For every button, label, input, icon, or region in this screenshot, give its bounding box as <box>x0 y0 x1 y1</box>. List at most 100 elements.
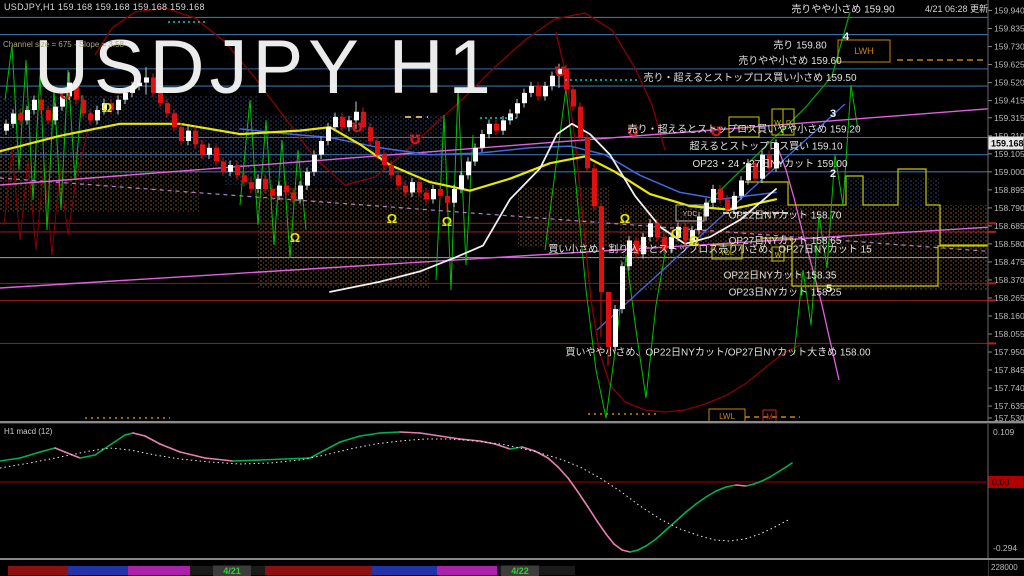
macd-indicator-label: H1 macd (12) <box>4 427 53 436</box>
axis-tick-label: 159.315 <box>994 113 1024 123</box>
timeline-date-label: 4/21 <box>223 566 241 576</box>
macd-value-label: 0.00 <box>992 478 1010 488</box>
candle-body <box>438 188 443 196</box>
timeline-separator <box>0 558 1024 560</box>
candle-body <box>284 185 289 193</box>
axis-tick-label: 159.415 <box>994 96 1024 106</box>
level-annotation: 売り 159.80 <box>773 39 827 52</box>
macd-min-label: -0.294 <box>993 543 1017 553</box>
candle-body <box>403 185 408 193</box>
session-segment <box>8 566 68 575</box>
candle-body <box>718 188 723 200</box>
candle-body <box>263 178 268 189</box>
symbol-ohlc-readout: USDJPY,H1 159.168 159.168 159.168 159.16… <box>4 2 205 12</box>
candle-body <box>340 116 345 128</box>
axis-tick-label: 158.895 <box>994 185 1024 195</box>
axis-tick-label: 159.000 <box>994 167 1024 177</box>
candle-body <box>200 144 205 155</box>
level-annotation: 超えるとストップロス買い 159.10 <box>689 140 843 153</box>
panel-separator <box>0 421 1024 423</box>
macd-segment <box>232 459 261 462</box>
candle-body <box>312 154 317 172</box>
macd-segment <box>399 431 421 434</box>
candle-body <box>515 103 520 114</box>
candle-body <box>375 140 380 155</box>
axis-tick-label: 157.950 <box>994 347 1024 357</box>
candle-body <box>249 182 254 189</box>
candle-body <box>480 134 485 148</box>
candle-body <box>214 147 219 162</box>
axis-tick-label: 159.940 <box>994 6 1024 16</box>
candle-body <box>655 223 660 238</box>
candle-body <box>725 199 730 210</box>
panel-separator-shadow <box>0 423 1024 424</box>
swing-low-omega-icon: Ω <box>671 226 681 241</box>
candle-body <box>396 175 401 186</box>
candle-body <box>683 226 688 241</box>
candle-body <box>536 86 541 97</box>
candle-body <box>4 123 9 131</box>
candle-body <box>333 116 338 128</box>
level-annotation: 売りやや小さめ 159.90 <box>791 2 895 15</box>
axis-tick-label: 157.740 <box>994 383 1024 393</box>
candle-body <box>382 154 387 165</box>
candle-body <box>270 188 275 196</box>
swing-low-omega-icon: Ω <box>387 211 397 226</box>
level-annotation: OP22日NYカット 158.70 <box>729 209 842 221</box>
candle-body <box>186 130 191 141</box>
macd-segment <box>735 484 747 487</box>
candle-body <box>620 266 625 310</box>
channel-indicator-label: Channel size = 675 - Slope = 3.58 <box>3 40 124 49</box>
level-annotation: 買い小さめ・割り込むとストップロス売り小さめ、OP27日NYカット 15 <box>548 243 872 256</box>
candle-body <box>508 113 513 121</box>
candle-body <box>235 164 240 176</box>
candle-body <box>494 123 499 131</box>
candle-body <box>95 110 100 121</box>
candle-body <box>326 127 331 141</box>
macd-max-label: 0.109 <box>993 427 1015 437</box>
swing-low-omega-icon: Ω <box>290 230 300 245</box>
candle-body <box>18 113 23 121</box>
candle-body <box>543 86 548 97</box>
candle-body <box>459 175 464 189</box>
candle-body <box>25 110 30 121</box>
axis-tick-label: 159.520 <box>994 78 1024 88</box>
marker-box-label: M <box>766 413 773 422</box>
swing-high-omega-icon: ℧ <box>554 64 565 79</box>
candle-body <box>452 188 457 203</box>
level-annotation: 売り・超えるとストップロス買い小さめ 159.50 <box>643 71 857 84</box>
candle-body <box>46 110 51 121</box>
axis-tick-label: 158.685 <box>994 221 1024 231</box>
axis-tick-label: 158.055 <box>994 329 1024 339</box>
axis-tick-label: 158.475 <box>994 257 1024 267</box>
session-segment <box>68 566 128 575</box>
session-segment <box>128 566 190 575</box>
candle-body <box>193 130 198 145</box>
candle-body <box>389 164 394 176</box>
candle-body <box>417 182 422 193</box>
axis-tick-label: 159.625 <box>994 60 1024 70</box>
marker-box-label: LWH <box>854 46 873 56</box>
session-segment <box>265 566 372 575</box>
candle-body <box>319 140 324 155</box>
axis-tick-label: 159.730 <box>994 42 1024 52</box>
axis-tick-label: 158.580 <box>994 239 1024 249</box>
current-price-label: 159.168 <box>991 139 1024 149</box>
candle-body <box>732 195 737 210</box>
candle-body <box>648 223 653 238</box>
candle-body <box>277 185 282 196</box>
candle-body <box>88 113 93 121</box>
axis-tick-label: 157.845 <box>994 365 1024 375</box>
level-annotation: 買いやや小さめ、OP22日NYカット/OP27日NYカット大きめ 158.00 <box>565 345 871 358</box>
candle-body <box>228 164 233 172</box>
pivot-number-label: 3 <box>830 108 836 120</box>
candle-body <box>424 192 429 200</box>
marker-box-label: LWL <box>719 412 735 421</box>
candle-body <box>172 113 177 128</box>
level-annotation: OP23日NYカット 158.25 <box>729 287 842 299</box>
candle-body <box>298 185 303 200</box>
candle-body <box>11 113 16 124</box>
candle-body <box>501 120 506 131</box>
candle-body <box>431 188 436 200</box>
session-segment <box>437 566 497 575</box>
